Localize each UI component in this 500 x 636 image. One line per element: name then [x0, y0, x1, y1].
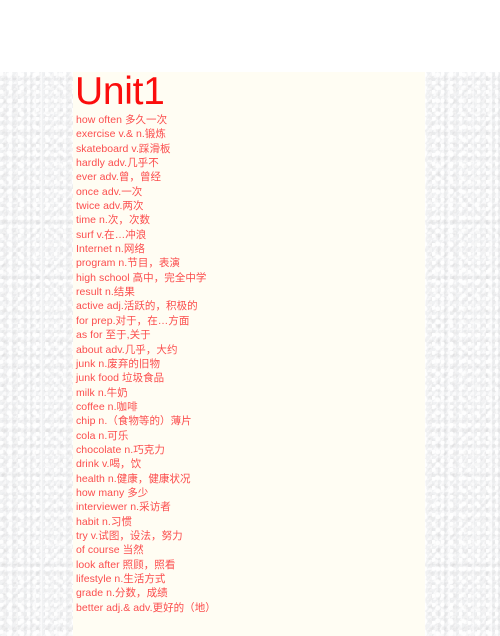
vocabulary-entry: time n.次，次数: [76, 214, 151, 227]
vocabulary-entry: result n.结果: [76, 286, 135, 299]
vocabulary-entry: drink v.喝，饮: [76, 458, 142, 471]
scanned-page-sheet: Unit1 how often 多久一次 exercise v.& n.锻炼 ska…: [73, 72, 425, 636]
vocabulary-entry: interviewer n.采访者: [76, 501, 171, 514]
vocabulary-entry: surf v.在…冲浪: [76, 228, 147, 241]
vocabulary-entry: how often 多久一次: [76, 114, 168, 126]
vocabulary-entry: exercise v.& n.锻炼: [76, 128, 166, 141]
vocabulary-entry: junk food 垃圾食品: [76, 372, 165, 385]
vocabulary-entry: high school 高中，完全中学: [76, 271, 207, 284]
vocabulary-entry: lifestyle n.生活方式: [76, 573, 166, 585]
vocabulary-entry: how many 多少: [76, 486, 149, 499]
vocabulary-entry: milk n.牛奶: [76, 386, 128, 399]
vocabulary-entry: twice adv.两次: [76, 200, 144, 213]
vocabulary-entry: for prep.对于，在…方面: [76, 314, 190, 327]
vocabulary-entry: grade n.分数，成绩: [76, 587, 168, 600]
vocabulary-entry: once adv.一次: [76, 185, 143, 198]
vocabulary-entry: chocolate n.巧克力: [76, 443, 165, 456]
vocabulary-entry: try v.试图，设法，努力: [76, 529, 183, 542]
vocabulary-entry: junk n.废弃的旧物: [76, 357, 161, 370]
vocabulary-entry: better adj.& adv.更好的（地）: [76, 601, 216, 614]
vocabulary-entry: as for 至于,关于: [76, 329, 151, 342]
vocabulary-entry: active adj.活跃的，积极的: [76, 300, 198, 313]
page-title: Unit1: [75, 72, 165, 113]
vocabulary-entry: about adv.几乎，大约: [76, 343, 178, 356]
vocabulary-entry: ever adv.曾，曾经: [76, 171, 162, 184]
vocabulary-entry: of course 当然: [76, 544, 144, 557]
vocabulary-entry: program n.节目，表演: [76, 257, 181, 270]
vocabulary-entry: chip n.（食物等的）薄片: [76, 415, 192, 428]
top-white-margin: [0, 0, 500, 72]
vocabulary-entry: coffee n.咖啡: [76, 400, 138, 413]
vocabulary-entry: skateboard v.踩滑板: [76, 142, 171, 155]
vocabulary-list: how often 多久一次 exercise v.& n.锻炼 skateboar…: [76, 113, 421, 615]
vocabulary-entry: hardly adv.几乎不: [76, 157, 159, 170]
vocabulary-entry: habit n.习惯: [76, 515, 132, 528]
vocabulary-entry: health n.健康，健康状况: [76, 472, 191, 485]
vocabulary-entry: Internet n.网络: [76, 243, 145, 256]
vocabulary-entry: look after 照顾，照看: [76, 558, 176, 571]
vocabulary-entry: cola n.可乐: [76, 429, 129, 442]
